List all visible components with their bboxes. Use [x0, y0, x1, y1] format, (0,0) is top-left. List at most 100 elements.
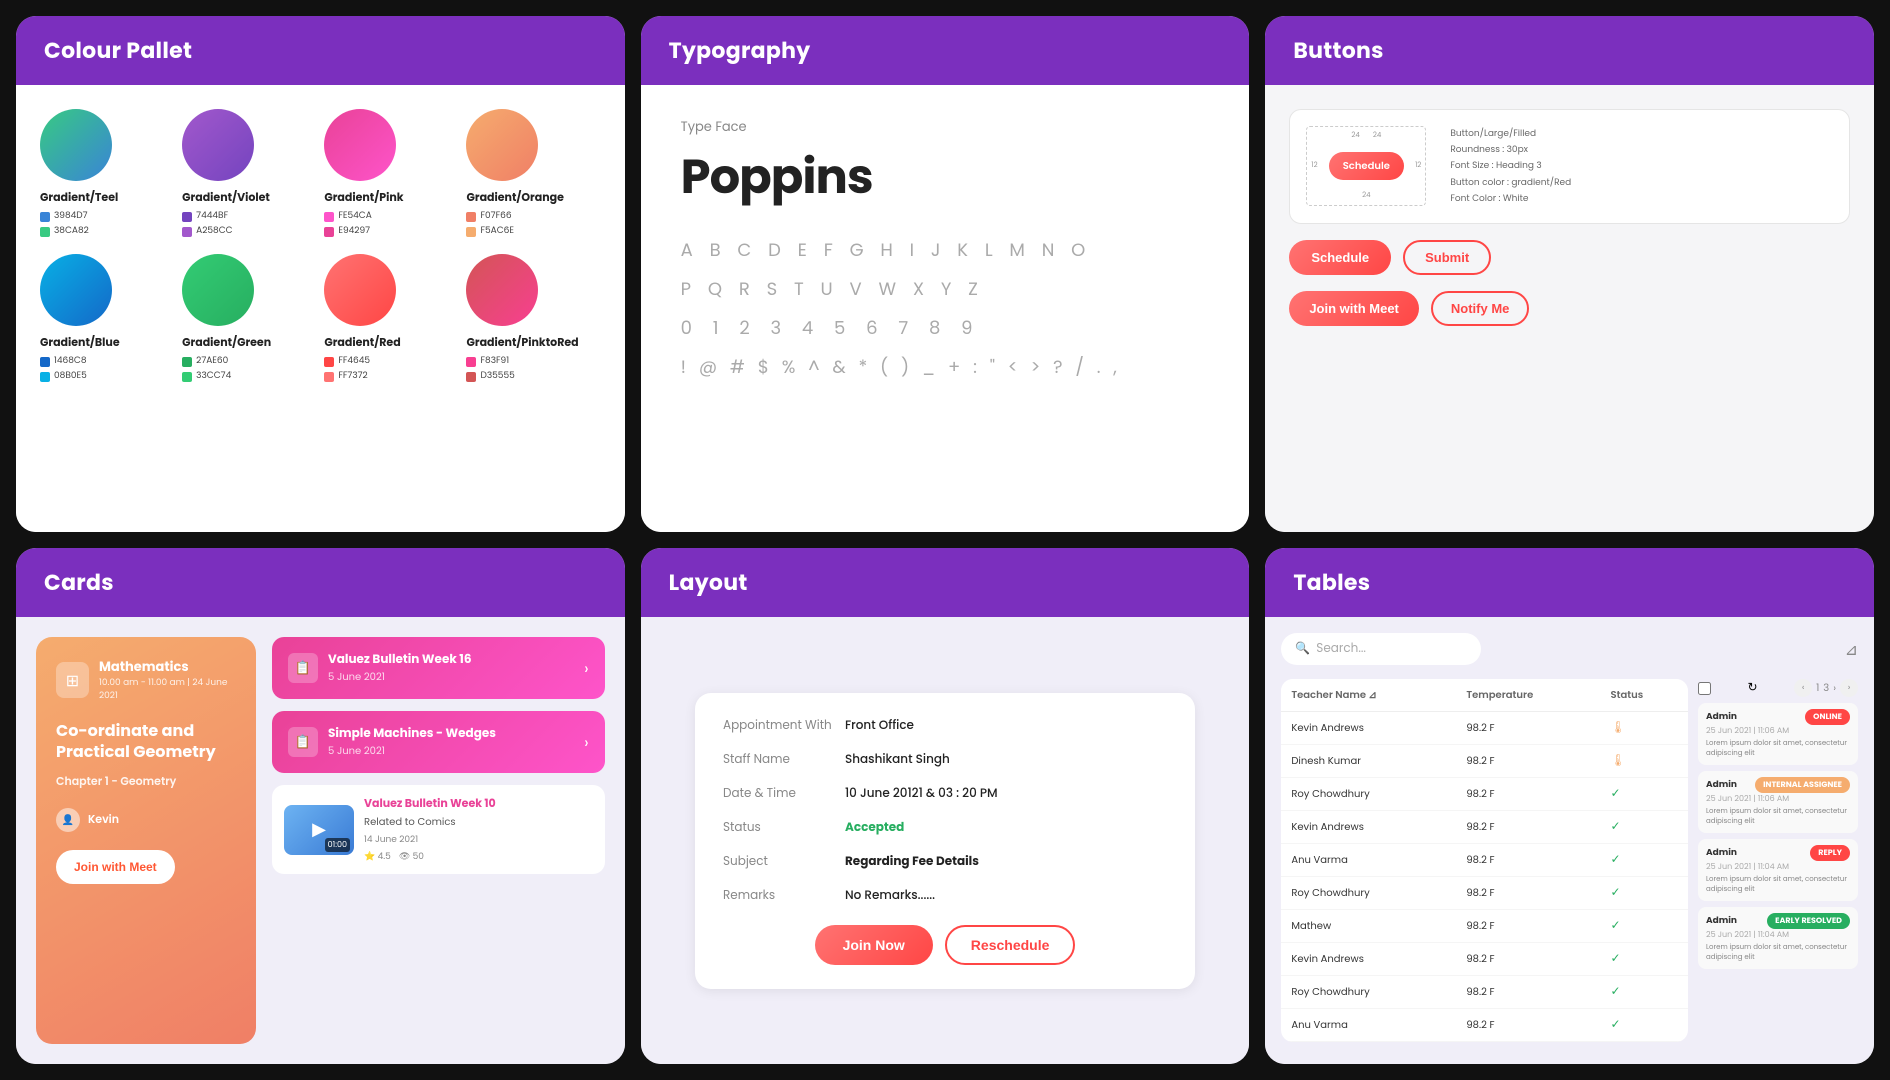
cell-temp: 98.2 F — [1456, 778, 1600, 811]
colour-red: Gradient/Red FF4645 FF7372 — [324, 254, 458, 383]
appt-row-6: Remarks No Remarks...... — [723, 887, 1167, 905]
colour-circle-blue — [40, 254, 112, 326]
cell-name: Kevin Andrews — [1281, 712, 1456, 745]
colour-circle-pinkred — [466, 254, 538, 326]
button-mock-container: 24 24 12 12 24 Schedule — [1306, 126, 1426, 206]
table-row: Mathew 98.2 F ✓ — [1281, 910, 1688, 943]
notify-me-button[interactable]: Notify Me — [1431, 291, 1530, 326]
cell-status: 🌡 — [1601, 745, 1688, 778]
cell-status: ✓ — [1601, 910, 1688, 943]
colour-circle-red — [324, 254, 396, 326]
submit-button[interactable]: Submit — [1403, 240, 1491, 275]
join-with-meet-button[interactable]: Join with Meet — [1289, 291, 1419, 326]
colour-label-teal: Gradient/Teel — [40, 189, 118, 206]
video-duration: 01:00 — [325, 838, 350, 852]
table-row: Roy Chowdhury 98.2 F ✓ — [1281, 976, 1688, 1009]
prev-page[interactable]: ‹ — [1794, 679, 1812, 697]
side-panel-item: Admin INTERNAL ASSIGNEE 25 Jun 2021 | 11… — [1698, 771, 1858, 833]
colour-circle-violet — [182, 109, 254, 181]
cell-temp: 98.2 F — [1456, 745, 1600, 778]
refresh-icon[interactable]: ↻ — [1748, 679, 1758, 697]
side-panel-item: Admin REPLY 25 Jun 2021 | 11:04 AM Lorem… — [1698, 839, 1858, 901]
button-mock[interactable]: Schedule — [1329, 152, 1404, 180]
teacher-row: 👤 Kevin — [56, 808, 236, 832]
sub-chapter: Chapter 1 - Geometry — [56, 773, 236, 790]
side-items: Admin ONLINE 25 Jun 2021 | 11:06 AM Lore… — [1698, 703, 1858, 969]
side-badge: EARLY RESOLVED — [1767, 913, 1850, 929]
cell-status: ✓ — [1601, 976, 1688, 1009]
card-right-column: 📋 Valuez Bulletin Week 16 5 June 2021 › … — [272, 637, 605, 1044]
side-text: Lorem ipsum dolor sit amet, consectetur … — [1706, 943, 1850, 963]
appt-row-5: Subject Regarding Fee Details — [723, 853, 1167, 871]
cell-name: Roy Chowdhury — [1281, 778, 1456, 811]
appointment-actions: Join Now Reschedule — [723, 925, 1167, 965]
video-thumbnail: ▶ 01:00 — [284, 805, 354, 855]
cell-temp: 98.2 F — [1456, 712, 1600, 745]
side-date: 25 Jun 2021 | 11:04 AM — [1706, 929, 1850, 941]
list-info-1: Valuez Bulletin Week 16 5 June 2021 — [328, 651, 574, 685]
cell-temp: 98.2 F — [1456, 844, 1600, 877]
table-row: Kevin Andrews 98.2 F 🌡 — [1281, 712, 1688, 745]
appt-row-1: Appointment With Front Office — [723, 717, 1167, 735]
side-text: Lorem ipsum dolor sit amet, consectetur … — [1706, 875, 1850, 895]
cell-name: Roy Chowdhury — [1281, 877, 1456, 910]
table-row: Anu Varma 98.2 F ✓ — [1281, 844, 1688, 877]
cell-name: Anu Varma — [1281, 1009, 1456, 1042]
appt-label-4: Status — [723, 819, 833, 837]
appt-row-4: Status Accepted — [723, 819, 1167, 837]
colour-label-pink: Gradient/Pink — [324, 189, 403, 206]
schedule-button[interactable]: Schedule — [1289, 240, 1391, 275]
join-now-button[interactable]: Join Now — [815, 925, 933, 965]
next-page[interactable]: › — [1840, 679, 1858, 697]
type-alphabet-lower: P Q R S T U V W X Y Z — [681, 276, 1210, 303]
colour-circle-orange — [466, 109, 538, 181]
side-name: Admin — [1706, 915, 1737, 928]
video-card: ▶ 01:00 Valuez Bulletin Week 10 Related … — [272, 785, 605, 874]
cell-status: ✓ — [1601, 844, 1688, 877]
buttons-header: Buttons — [1265, 16, 1874, 85]
colour-green: Gradient/Green 27AE60 33CC74 — [182, 254, 316, 383]
cards-header: Cards — [16, 548, 625, 617]
list-icon-2: 📋 — [288, 727, 318, 757]
button-row-2: Join with Meet Notify Me — [1289, 291, 1850, 326]
cell-status: 🌡 — [1601, 712, 1688, 745]
filter-icon[interactable]: ⊿ — [1845, 637, 1858, 662]
typography-header: Typography — [641, 16, 1250, 85]
side-date: 25 Jun 2021 | 11:06 AM — [1706, 725, 1850, 737]
appt-label-3: Date & Time — [723, 785, 833, 803]
colour-pinkred: Gradient/PinktoRed F83F91 D35555 — [466, 254, 600, 383]
table-row: Dinesh Kumar 98.2 F 🌡 — [1281, 745, 1688, 778]
subject-name: Mathematics — [99, 657, 236, 677]
table-row: Kevin Andrews 98.2 F ✓ — [1281, 811, 1688, 844]
reschedule-button[interactable]: Reschedule — [945, 925, 1076, 965]
button-spec-info: Button/Large/Filled Roundness : 30px Fon… — [1450, 126, 1571, 207]
colour-pallet-panel: Colour Pallet Gradient/Teel 3984D7 38CA8… — [16, 16, 625, 532]
colour-label-green: Gradient/Green — [182, 334, 271, 351]
appt-label-5: Subject — [723, 853, 833, 871]
tables-header: Tables — [1265, 548, 1874, 617]
side-badge: INTERNAL ASSIGNEE — [1755, 777, 1850, 793]
list-card-2[interactable]: 📋 Simple Machines - Wedges 5 June 2021 › — [272, 711, 605, 773]
colour-label-pinkred: Gradient/PinktoRed — [466, 334, 578, 351]
appt-value-3: 10 June 20121 & 03 : 20 PM — [845, 785, 998, 803]
appt-row-2: Staff Name Shashikant Singh — [723, 751, 1167, 769]
appt-value-2: Shashikant Singh — [845, 751, 950, 769]
colour-pallet-header: Colour Pallet — [16, 16, 625, 85]
search-icon: 🔍 — [1295, 640, 1310, 658]
appt-row-3: Date & Time 10 June 20121 & 03 : 20 PM — [723, 785, 1167, 803]
card-join-meet-button[interactable]: Join with Meet — [56, 850, 175, 884]
play-icon: ▶ — [312, 816, 326, 843]
list-card-1[interactable]: 📋 Valuez Bulletin Week 16 5 June 2021 › — [272, 637, 605, 699]
appt-label-2: Staff Name — [723, 751, 833, 769]
search-bar[interactable]: 🔍 Search... — [1281, 633, 1481, 665]
side-panel-item: Admin ONLINE 25 Jun 2021 | 11:06 AM Lore… — [1698, 703, 1858, 765]
list-info-2: Simple Machines - Wedges 5 June 2021 — [328, 725, 574, 759]
colour-label-violet: Gradient/Violet — [182, 189, 270, 206]
cell-name: Kevin Andrews — [1281, 943, 1456, 976]
views-icon: 👁 50 — [399, 851, 424, 864]
appt-value-6: No Remarks...... — [845, 887, 935, 905]
select-all-checkbox[interactable] — [1698, 682, 1711, 695]
colour-label-red: Gradient/Red — [324, 334, 400, 351]
cell-temp: 98.2 F — [1456, 943, 1600, 976]
side-date: 25 Jun 2021 | 11:04 AM — [1706, 861, 1850, 873]
